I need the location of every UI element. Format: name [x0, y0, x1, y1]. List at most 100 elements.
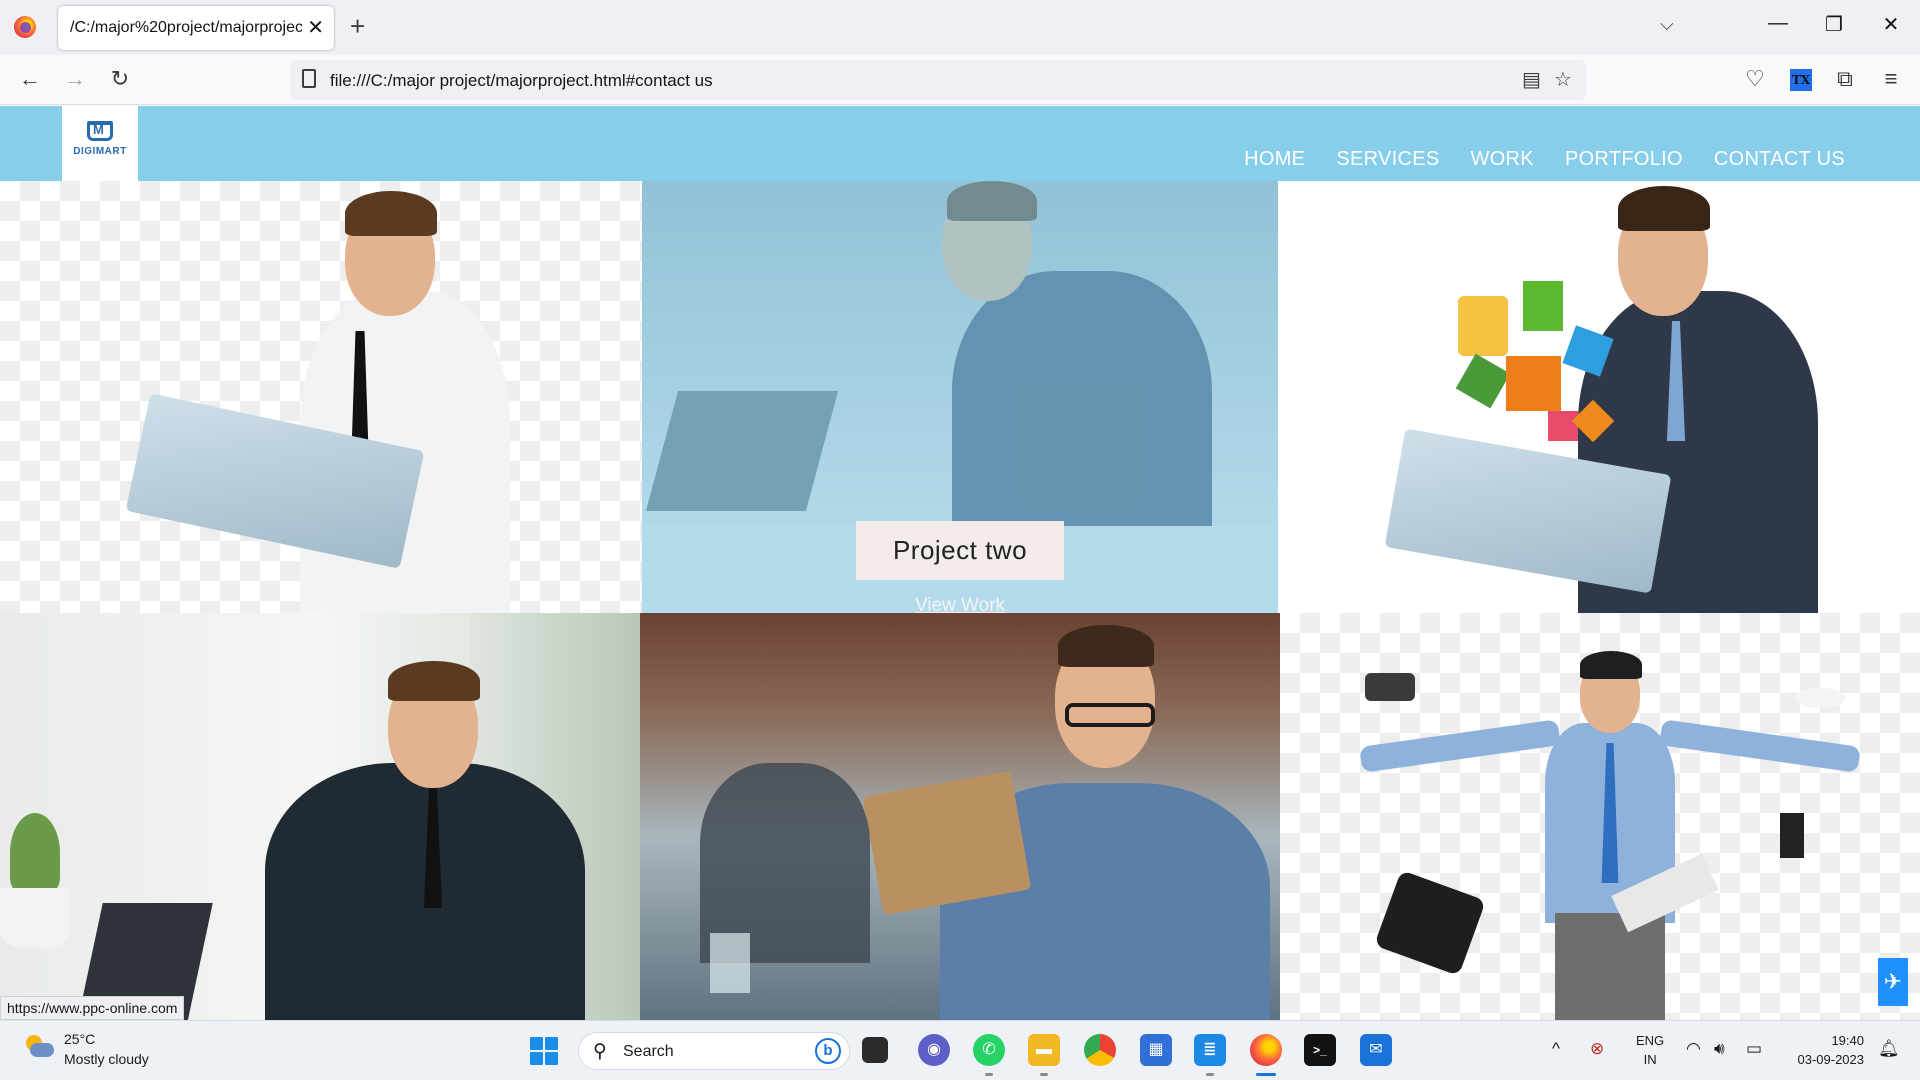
browser-tab[interactable]: /C:/major%20project/majorproject. ✕ — [58, 6, 334, 50]
forward-arrow-icon[interactable]: → — [60, 66, 90, 92]
show-hidden-icons-chevron[interactable]: ^ — [1552, 1039, 1560, 1059]
wifi-icon[interactable]: ◠ — [1686, 1039, 1701, 1059]
hair — [1058, 625, 1154, 667]
weather-temperature[interactable]: 25°C — [64, 1031, 95, 1047]
shape-green — [1455, 353, 1511, 409]
project-five-image[interactable] — [640, 613, 1280, 1020]
volume-icon[interactable]: 🔊︎ — [1714, 1039, 1725, 1059]
list-tabs-chevron-icon[interactable]: ⌵ — [1660, 14, 1674, 35]
input-language[interactable]: ENG IN — [1636, 1031, 1664, 1069]
right-arm — [1659, 719, 1861, 773]
weather-description[interactable]: Mostly cloudy — [64, 1051, 149, 1067]
url-text[interactable]: file:///C:/major project/majorproject.ht… — [330, 71, 713, 91]
phone — [1780, 813, 1804, 858]
notifications-bell-icon[interactable]: 🔔︎ — [1878, 1039, 1900, 1059]
plant-pot — [0, 888, 70, 948]
left-arm — [1359, 719, 1561, 773]
briefcase — [1374, 870, 1486, 976]
chrome-icon[interactable] — [1084, 1034, 1116, 1066]
shape-orange — [1506, 356, 1561, 411]
project-four-image[interactable] — [0, 613, 640, 1020]
nav-portfolio[interactable]: PORTFOLIO — [1565, 148, 1683, 171]
nav-home[interactable]: HOME — [1244, 148, 1305, 171]
hair — [1618, 186, 1710, 231]
browser-toolbar: ← → ↻ file:///C:/major project/majorproj… — [0, 55, 1920, 105]
shape-pink — [1548, 411, 1578, 441]
project-six-image[interactable] — [1280, 613, 1920, 1020]
region-code: IN — [1643, 1052, 1657, 1067]
tablet-device — [1365, 673, 1415, 701]
project-three-image[interactable] — [1278, 181, 1920, 613]
language-code: ENG — [1636, 1033, 1665, 1048]
hair — [1580, 651, 1642, 679]
extension-tx-icon[interactable]: TX — [1790, 69, 1812, 91]
security-status-icon[interactable]: ⊗ — [1590, 1039, 1604, 1059]
hair — [345, 191, 437, 236]
site-header: DIGIMART HOME SERVICES WORK PORTFOLIO CO… — [0, 106, 1920, 181]
hair — [388, 661, 480, 701]
whatsapp-running-indicator — [985, 1073, 993, 1076]
pocket-icon[interactable]: ♡ — [1740, 66, 1770, 92]
weather-cloudy-icon[interactable] — [22, 1035, 54, 1061]
battery-icon[interactable]: ▭ — [1746, 1039, 1762, 1059]
explorer-running-indicator — [1040, 1073, 1048, 1076]
project-one-image[interactable] — [0, 181, 642, 613]
search-placeholder: Search — [623, 1043, 674, 1060]
menu-hamburger-icon[interactable]: ≡ — [1876, 66, 1906, 92]
glass — [710, 933, 750, 993]
project-title-box: Project two — [856, 521, 1064, 580]
site-logo[interactable]: DIGIMART — [62, 106, 138, 181]
microsoft-store-icon[interactable]: ▦ — [1140, 1034, 1172, 1066]
url-bar[interactable]: file:///C:/major project/majorproject.ht… — [290, 60, 1586, 100]
page-icon — [302, 69, 316, 88]
mail-icon[interactable]: ✉ — [1360, 1034, 1392, 1066]
chart-graphic — [1523, 281, 1563, 331]
file-explorer-icon[interactable]: ▬ — [1028, 1034, 1060, 1066]
nav-contact-us[interactable]: CONTACT US — [1714, 148, 1845, 171]
nav-services[interactable]: SERVICES — [1336, 148, 1439, 171]
close-tab-icon[interactable]: ✕ — [307, 15, 324, 40]
back-arrow-icon[interactable]: ← — [15, 66, 45, 92]
portfolio-gallery: Project two View Work — [0, 181, 1920, 1020]
coins-graphic — [1458, 296, 1508, 356]
new-tab-button[interactable]: + — [350, 11, 365, 42]
scroll-plane-icon[interactable]: ✈ — [1878, 958, 1908, 1006]
teams-chat-icon[interactable]: ◉ — [918, 1034, 950, 1066]
link-status-bar: https://www.ppc-online.com — [0, 996, 185, 1020]
plant — [10, 813, 60, 893]
site-nav: HOME SERVICES WORK PORTFOLIO CONTACT US — [1244, 148, 1845, 171]
start-windows-icon[interactable] — [530, 1037, 558, 1065]
firefox-icon — [14, 16, 36, 38]
extensions-puzzle-icon[interactable]: ⧉ — [1830, 66, 1860, 92]
bookmark-star-icon[interactable]: ☆ — [1554, 67, 1572, 92]
system-clock[interactable]: 19:40 03-09-2023 — [1780, 1031, 1865, 1069]
reader-view-icon[interactable]: ▤ — [1522, 67, 1541, 92]
tab-title: /C:/major%20project/majorproject. — [70, 19, 302, 36]
bing-icon[interactable]: b — [815, 1038, 841, 1064]
project-title: Project two — [892, 535, 1028, 565]
windows-taskbar: 25°C Mostly cloudy ⚲ Search b ◉ ✆ ▬ ▦ ≣ … — [0, 1020, 1920, 1080]
clock-date: 03-09-2023 — [1797, 1052, 1865, 1067]
restore-button[interactable]: ❐ — [1819, 12, 1849, 37]
firefox-active-indicator — [1256, 1073, 1276, 1076]
cart-logo-icon — [87, 121, 113, 141]
taskbar-search[interactable]: ⚲ Search b — [578, 1032, 850, 1070]
task-view-icon[interactable] — [862, 1037, 888, 1063]
search-icon: ⚲ — [593, 1041, 607, 1062]
nav-work[interactable]: WORK — [1471, 148, 1534, 171]
whatsapp-icon[interactable]: ✆ — [973, 1034, 1005, 1066]
view-work-link[interactable]: View Work — [900, 595, 1020, 617]
close-window-button[interactable]: ✕ — [1876, 12, 1906, 37]
firefox-taskbar-icon[interactable] — [1250, 1034, 1282, 1066]
browser-tab-bar: /C:/major%20project/majorproject. ✕ + ⌵ … — [0, 0, 1920, 55]
glasses — [1065, 703, 1155, 727]
logo-text: DIGIMART — [73, 146, 127, 157]
trousers — [1555, 913, 1665, 1020]
tablet — [862, 770, 1032, 916]
minimize-button[interactable]: — — [1763, 12, 1793, 35]
mouse-device — [1795, 688, 1845, 708]
notepad-icon[interactable]: ≣ — [1194, 1034, 1226, 1066]
notepad-running-indicator — [1206, 1073, 1214, 1076]
reload-icon[interactable]: ↻ — [105, 66, 135, 92]
terminal-icon[interactable]: >_ — [1304, 1034, 1336, 1066]
